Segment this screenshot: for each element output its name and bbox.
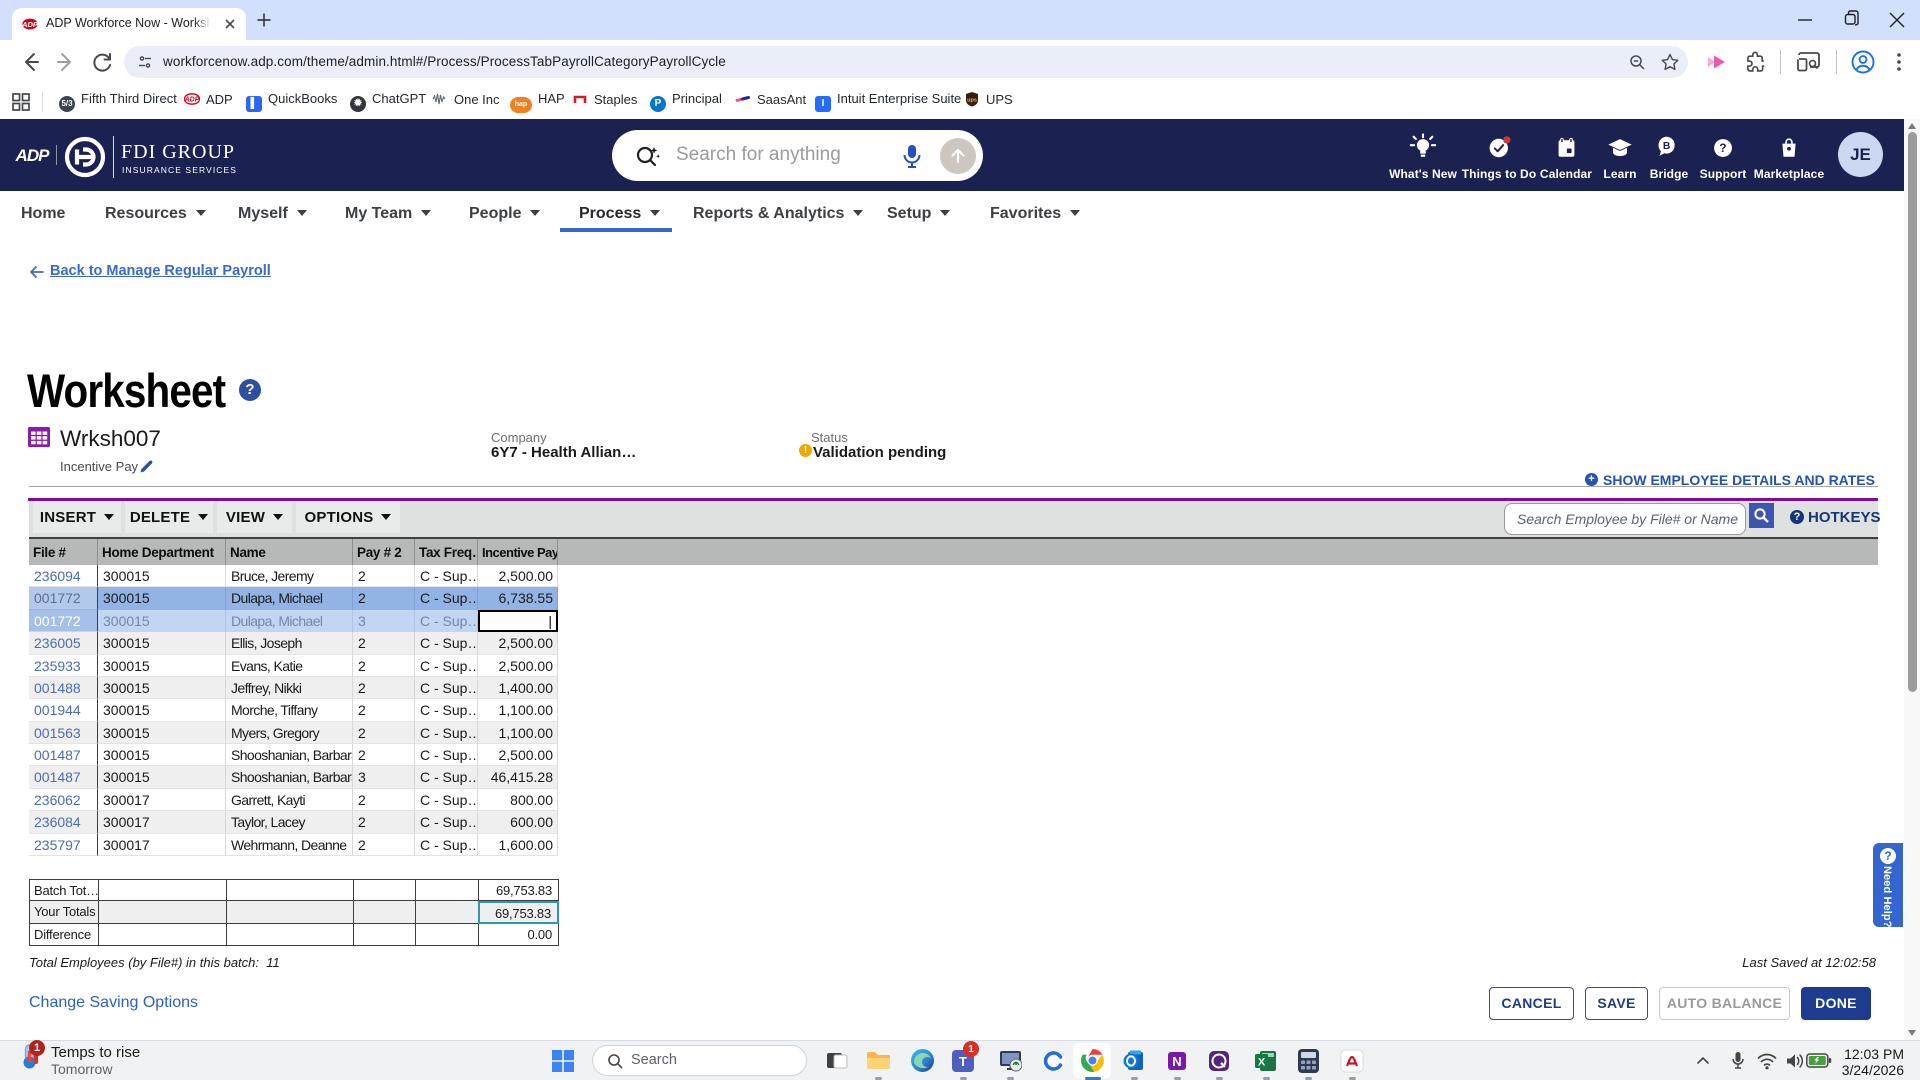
svg-text:ups: ups bbox=[967, 98, 977, 104]
svg-text:N: N bbox=[1172, 1054, 1181, 1069]
svg-text:ADP: ADP bbox=[184, 97, 200, 104]
svg-text:ADP: ADP bbox=[22, 20, 38, 29]
svg-text:X: X bbox=[1258, 1057, 1266, 1069]
svg-text:B: B bbox=[1663, 141, 1671, 152]
svg-text:?: ? bbox=[1719, 142, 1726, 155]
svg-text:ADP: ADP bbox=[15, 146, 51, 165]
svg-text:T: T bbox=[959, 1054, 967, 1069]
